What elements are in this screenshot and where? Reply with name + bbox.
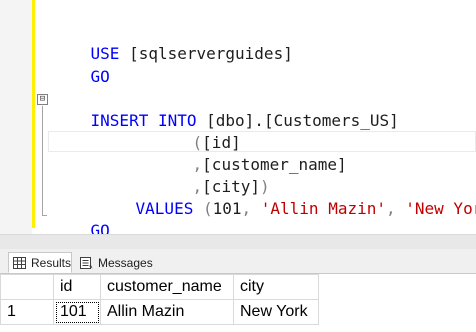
code-line-8: VALUES (101, 'Allin Mazin', 'New York')	[97, 176, 476, 218]
cell-city[interactable]: New York	[233, 299, 319, 325]
code-line-6: ,[customer_name]	[154, 132, 347, 174]
code-line-7: ,[city])	[154, 154, 270, 196]
tab-label: Messages	[98, 255, 153, 270]
keyword: GO	[90, 67, 110, 86]
fold-guide	[42, 106, 43, 216]
string-literal: 'New York'	[405, 199, 476, 218]
header-row: id customer_name city	[0, 274, 319, 300]
corner-cell[interactable]	[0, 274, 54, 300]
fold-guide-end	[42, 215, 47, 216]
column-header-customer-name[interactable]: customer_name	[100, 274, 234, 300]
editor-gutter	[0, 0, 32, 234]
results-table[interactable]: id customer_name city 1 101 Allin Mazin …	[0, 274, 319, 325]
string-literal: 'Allin Mazin'	[260, 199, 386, 218]
column-header-city[interactable]: city	[233, 274, 319, 300]
column-header-id[interactable]: id	[53, 274, 101, 300]
code-line-9: GO	[52, 198, 110, 234]
punctuation: (	[193, 199, 213, 218]
punctuation: ,	[241, 199, 261, 218]
results-grid[interactable]: id customer_name city 1 101 Allin Mazin …	[0, 274, 476, 332]
sql-editor[interactable]: ⊟ USE [sqlserverguides] GO INSERT INTO […	[0, 0, 476, 234]
code-line-1: USE [sqlserverguides]	[52, 21, 293, 63]
code-text: [sqlserverguides]	[119, 44, 293, 63]
collapse-icon[interactable]: ⊟	[37, 94, 48, 105]
results-tab-strip: Results Messages	[0, 249, 476, 274]
number-literal: 101	[212, 199, 242, 218]
tab-results[interactable]: Results	[8, 252, 72, 273]
row-number[interactable]: 1	[0, 299, 54, 325]
grid-icon	[13, 256, 26, 269]
keyword: INSERT	[90, 111, 149, 130]
code-line-2: GO	[52, 44, 110, 86]
table-row[interactable]: 1 101 Allin Mazin New York	[0, 299, 319, 325]
keyword: GO	[90, 221, 110, 234]
tab-label: Results	[31, 255, 72, 270]
cell-id[interactable]: 101	[53, 299, 101, 325]
change-marker	[32, 0, 35, 228]
messages-icon	[80, 256, 93, 269]
code-line-5: ([id]	[154, 110, 241, 152]
keyword: VALUES	[135, 199, 194, 218]
pane-splitter[interactable]	[0, 234, 476, 249]
tab-messages[interactable]: Messages	[76, 252, 154, 273]
punctuation: ,	[386, 199, 406, 218]
cell-customer-name[interactable]: Allin Mazin	[100, 299, 234, 325]
code-line-4: INSERT INTO [dbo].[Customers_US]	[52, 88, 399, 130]
